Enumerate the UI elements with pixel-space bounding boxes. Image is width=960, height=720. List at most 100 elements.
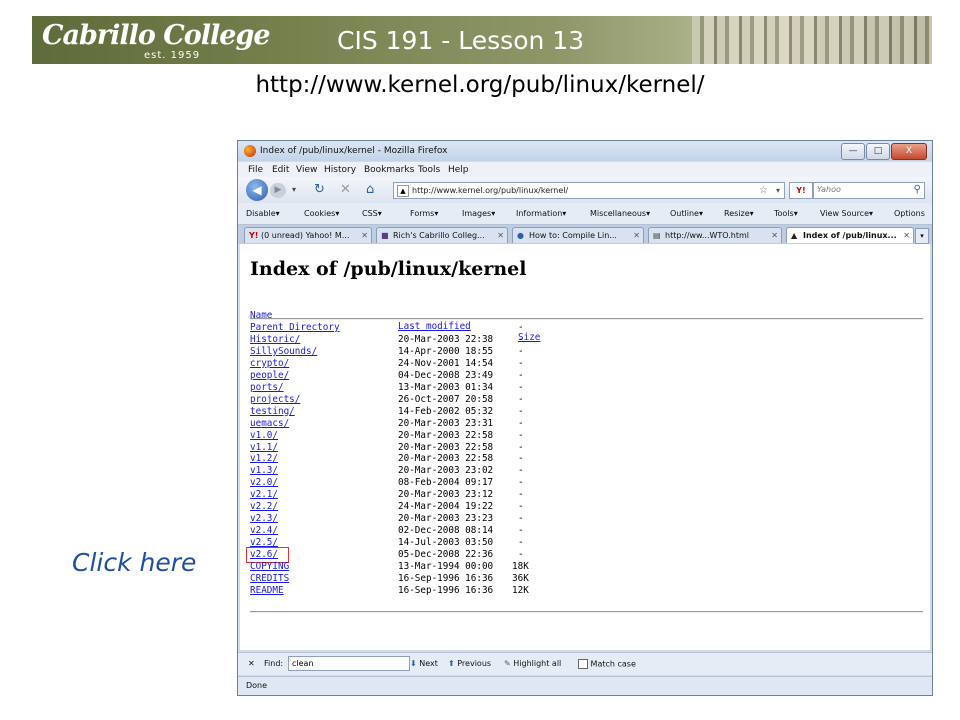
- minimize-button[interactable]: —: [841, 143, 865, 160]
- banner-photo: [692, 16, 932, 64]
- highlight-all-button[interactable]: ✎ Highlight all: [504, 659, 561, 668]
- address-dropdown-icon[interactable]: ▾: [776, 183, 780, 198]
- dev-forms[interactable]: Forms▾: [410, 209, 438, 218]
- up-arrow-icon: ⬆: [448, 659, 455, 668]
- down-arrow-icon: ⬇: [410, 659, 417, 668]
- file-link[interactable]: SillySounds/: [250, 346, 317, 357]
- table-row: ports/13-Mar-2003 01:34 -: [250, 382, 950, 394]
- tab-label: http://ww...WTO.html: [665, 231, 750, 240]
- tab-yahoo-mail[interactable]: Y! (0 unread) Yahoo! M... ✕: [244, 227, 372, 243]
- search-engine-button[interactable]: Y!: [789, 182, 813, 199]
- stop-icon[interactable]: ✕: [340, 183, 351, 197]
- find-close-icon[interactable]: ✕: [248, 659, 255, 668]
- tab-howto-html[interactable]: ▤ http://ww...WTO.html ✕: [648, 227, 782, 243]
- maximize-button[interactable]: □: [866, 143, 890, 160]
- tab-how-to-compile[interactable]: ● How to: Compile Lin... ✕: [512, 227, 644, 243]
- dev-information[interactable]: Information▾: [516, 209, 566, 218]
- file-link[interactable]: README: [250, 585, 284, 596]
- tab-close-icon[interactable]: ✕: [771, 228, 778, 243]
- tab-index-of-kernel[interactable]: ▲ Index of /pub/linux... ✕: [786, 227, 914, 243]
- document-icon: ▤: [653, 231, 661, 240]
- tab-richs-cabrillo[interactable]: ■ Rich's Cabrillo Colleg... ✕: [376, 227, 508, 243]
- file-link[interactable]: v1.1/: [250, 442, 278, 453]
- back-button[interactable]: ◀: [246, 179, 268, 201]
- bookmark-star-icon[interactable]: ☆: [759, 183, 768, 198]
- history-dropdown-icon[interactable]: ▾: [292, 183, 296, 197]
- find-input[interactable]: [288, 656, 410, 671]
- tab-close-icon[interactable]: ✕: [497, 228, 504, 243]
- file-link[interactable]: people/: [250, 370, 289, 381]
- file-link[interactable]: Parent Directory: [250, 322, 340, 333]
- menu-file[interactable]: File: [248, 165, 263, 175]
- file-link[interactable]: v2.3/: [250, 513, 278, 524]
- search-icon[interactable]: ⚲: [914, 184, 921, 195]
- address-bar[interactable]: ▲ http://www.kernel.org/pub/linux/kernel…: [393, 182, 785, 199]
- tab-label: Index of /pub/linux...: [803, 231, 897, 240]
- table-row: v2.4/02-Dec-2008 08:14 -: [250, 525, 950, 537]
- table-row: v2.0/08-Feb-2004 09:17 -: [250, 477, 950, 489]
- highlight-all-label: Highlight all: [513, 659, 562, 668]
- bookmark-page-icon: ■: [381, 231, 389, 240]
- menu-edit[interactable]: Edit: [272, 165, 289, 175]
- dev-disable[interactable]: Disable▾: [246, 209, 280, 218]
- dev-css[interactable]: CSS▾: [362, 209, 382, 218]
- modified-cell: 20-Mar-2003 23:23: [398, 513, 494, 525]
- table-row: v1.1/20-Mar-2003 22:58 -: [250, 442, 950, 454]
- size-cell: -: [518, 393, 524, 405]
- slide-banner: Cabrillo College est. 1959 CIS 191 - Les…: [32, 16, 932, 64]
- dev-cookies[interactable]: Cookies▾: [304, 209, 339, 218]
- tab-close-icon[interactable]: ✕: [633, 228, 640, 243]
- home-icon[interactable]: ⌂: [366, 183, 374, 197]
- file-link[interactable]: COPYING: [250, 561, 289, 572]
- file-link[interactable]: v2.1/: [250, 489, 278, 500]
- file-link[interactable]: Historic/: [250, 334, 300, 345]
- find-next-button[interactable]: ⬇ Next: [410, 659, 438, 668]
- window-titlebar[interactable]: Index of /pub/linux/kernel - Mozilla Fir…: [238, 141, 932, 161]
- modified-cell: 02-Dec-2008 08:14: [398, 525, 494, 537]
- find-previous-label: Previous: [457, 659, 492, 668]
- dev-options[interactable]: Options: [894, 209, 925, 218]
- file-link[interactable]: v1.3/: [250, 465, 278, 476]
- file-link[interactable]: v2.4/: [250, 525, 278, 536]
- dev-resize[interactable]: Resize▾: [724, 209, 754, 218]
- file-link[interactable]: testing/: [250, 406, 295, 417]
- dev-tools[interactable]: Tools▾: [774, 209, 798, 218]
- close-button[interactable]: X: [891, 143, 927, 160]
- size-cell: -: [518, 322, 524, 333]
- file-link[interactable]: projects/: [250, 394, 300, 405]
- menu-view[interactable]: View: [296, 165, 317, 175]
- menu-history[interactable]: History: [324, 165, 356, 175]
- forward-button[interactable]: ▶: [270, 183, 286, 198]
- file-link[interactable]: crypto/: [250, 358, 289, 369]
- dev-outline[interactable]: Outline▾: [670, 209, 703, 218]
- find-previous-button[interactable]: ⬆ Previous: [448, 659, 491, 668]
- table-row: v2.1/20-Mar-2003 23:12 -: [250, 489, 950, 501]
- dev-miscellaneous[interactable]: Miscellaneous▾: [590, 209, 650, 218]
- file-link[interactable]: v2.2/: [250, 501, 278, 512]
- size-cell: -: [518, 417, 524, 429]
- size-cell: 12K: [512, 584, 529, 596]
- modified-cell: 20-Mar-2003 23:12: [398, 489, 494, 501]
- size-cell: -: [518, 441, 524, 453]
- tab-close-icon[interactable]: ✕: [361, 228, 368, 243]
- table-row: SillySounds/14-Apr-2000 18:55 -: [250, 346, 950, 358]
- menu-help[interactable]: Help: [448, 165, 469, 175]
- modified-cell: 24-Mar-2004 19:22: [398, 501, 494, 513]
- dev-images[interactable]: Images▾: [462, 209, 495, 218]
- size-cell: -: [518, 333, 524, 345]
- match-case-checkbox[interactable]: Match case: [578, 659, 636, 669]
- tab-close-icon[interactable]: ✕: [903, 228, 910, 243]
- file-link[interactable]: ports/: [250, 382, 284, 393]
- menu-tools[interactable]: Tools: [418, 165, 440, 175]
- file-link[interactable]: uemacs/: [250, 418, 289, 429]
- tab-list-button[interactable]: ▾: [915, 228, 929, 244]
- status-bar: Done: [238, 676, 932, 695]
- reload-icon[interactable]: ↻: [314, 183, 325, 197]
- file-link[interactable]: v2.0/: [250, 477, 278, 488]
- menu-bookmarks[interactable]: Bookmarks: [364, 165, 414, 175]
- file-link[interactable]: v1.2/: [250, 453, 278, 464]
- search-input[interactable]: [814, 183, 906, 196]
- file-link[interactable]: v1.0/: [250, 430, 278, 441]
- file-link[interactable]: CREDITS: [250, 573, 289, 584]
- dev-view-source[interactable]: View Source▾: [820, 209, 873, 218]
